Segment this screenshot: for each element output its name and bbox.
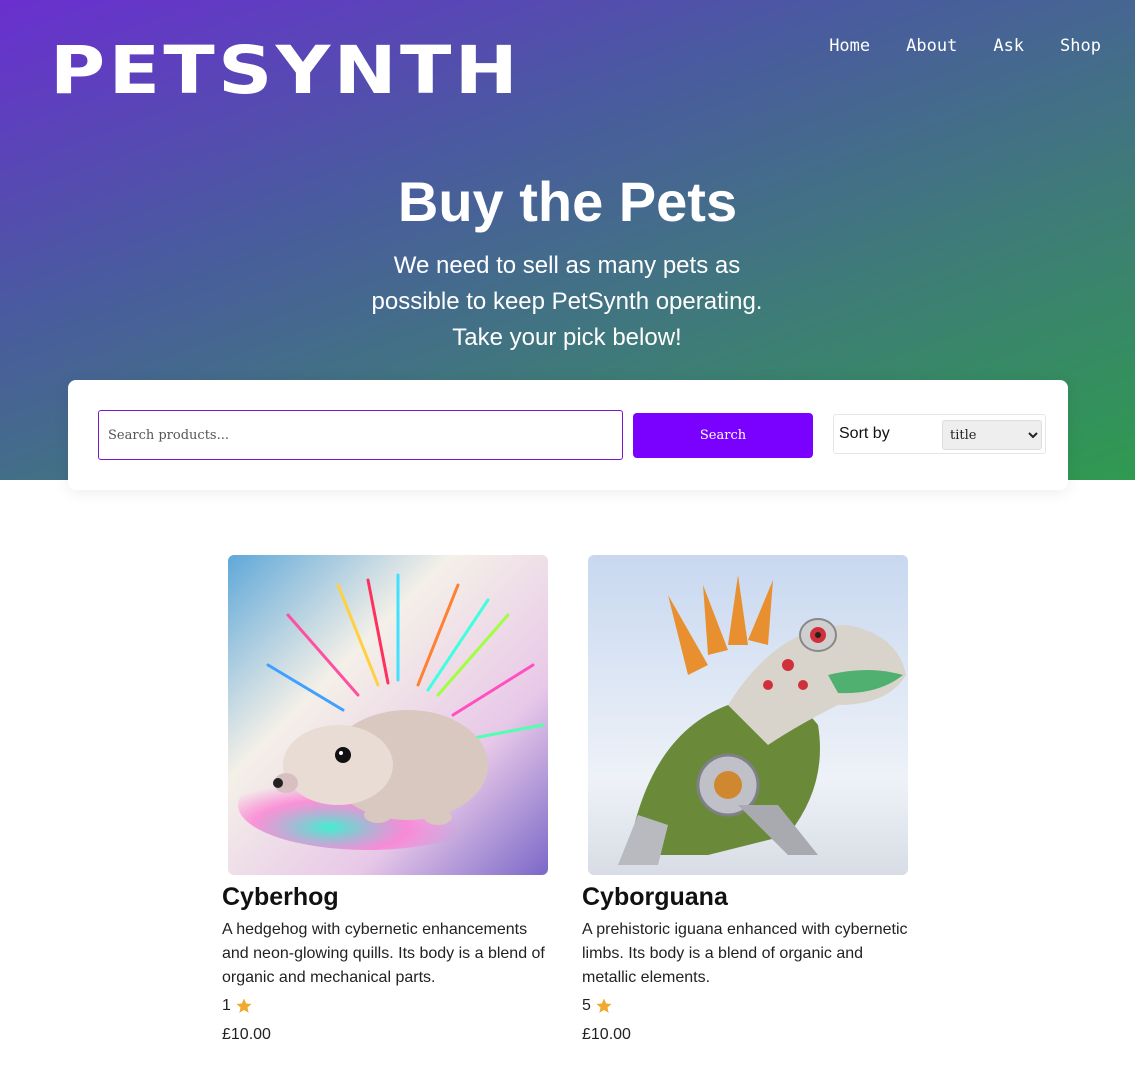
page-subtitle: We need to sell as many pets as possible… <box>371 252 763 351</box>
search-input[interactable] <box>98 410 623 460</box>
nav-home-link[interactable]: Home <box>829 36 870 56</box>
nav-ask-link[interactable]: Ask <box>993 36 1024 56</box>
site-logo[interactable]: PETSYNTH <box>50 36 521 106</box>
nav-shop-link[interactable]: Shop <box>1060 36 1101 56</box>
iguana-image[interactable] <box>588 555 908 875</box>
product-description: A prehistoric iguana enhanced with cyber… <box>582 921 908 986</box>
page-title: Buy the Pets <box>397 170 738 233</box>
product-title[interactable]: Cyberhog <box>222 883 552 911</box>
star-icon <box>596 998 612 1013</box>
sort-select[interactable]: title <box>942 420 1042 450</box>
product-card[interactable]: Cyberhog A hedgehog with cybernetic enha… <box>222 555 552 1047</box>
main-nav: Home About Ask Shop <box>829 36 1101 56</box>
product-price: £10.00 <box>582 1026 631 1043</box>
product-card[interactable]: Cyborguana A prehistoric iguana enhanced… <box>582 555 912 1047</box>
product-description: A hedgehog with cybernetic enhancements … <box>222 921 545 986</box>
search-button[interactable]: Search <box>633 413 813 458</box>
product-rating: 5 <box>582 994 912 1018</box>
rating-value: 1 <box>222 997 231 1014</box>
sort-control: Sort by title <box>833 414 1046 454</box>
product-title[interactable]: Cyborguana <box>582 883 912 911</box>
product-price: £10.00 <box>222 1026 271 1043</box>
sort-label: Sort by <box>839 425 890 442</box>
product-rating: 1 <box>222 994 552 1018</box>
rating-value: 5 <box>582 997 591 1014</box>
star-icon <box>236 998 252 1013</box>
nav-about-link[interactable]: About <box>906 36 957 56</box>
iguana-illustration <box>588 555 908 875</box>
search-toolbar: Search Sort by title <box>68 380 1068 490</box>
hedgehog-image[interactable] <box>228 555 548 875</box>
hedgehog-illustration <box>228 555 548 875</box>
